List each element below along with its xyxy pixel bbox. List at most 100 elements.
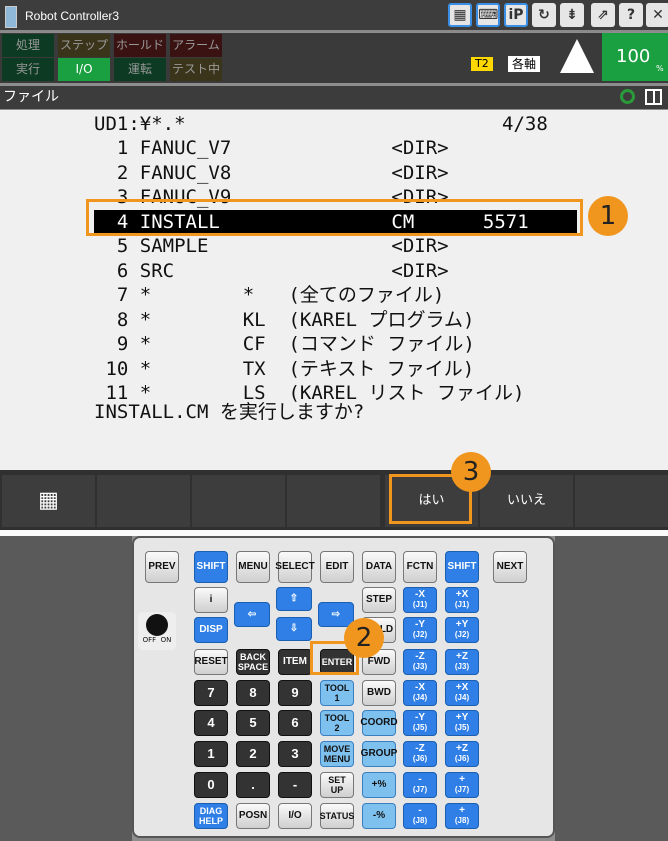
digit-key[interactable]: 2 — [236, 741, 270, 767]
file-list-row[interactable]: 6 SRC <DIR> — [94, 259, 449, 283]
jog-axis: (J2) — [454, 630, 470, 639]
window-title: Robot Controller3 — [25, 9, 120, 23]
confirm-prompt: INSTALL.CM を実行しますか? — [94, 401, 365, 423]
info-key[interactable]: i — [194, 587, 228, 613]
minus-pct-key[interactable]: -% — [362, 803, 396, 829]
f4-button[interactable] — [287, 475, 380, 527]
callout-2-badge: 2 — [344, 618, 384, 658]
digit-key[interactable]: 8 — [236, 680, 270, 706]
jog-plus-key[interactable]: + (J7) — [445, 772, 479, 798]
file-list-row[interactable]: 2 FANUC_V8 <DIR> — [94, 161, 449, 185]
coord-key[interactable]: COORD — [360, 710, 398, 736]
jog-minus-key[interactable]: - (J8) — [403, 803, 437, 829]
digit-key[interactable]: 5 — [236, 710, 270, 736]
enable-switch[interactable]: OFF ON — [138, 612, 176, 650]
jog-minus-key[interactable]: -Z (J3) — [403, 649, 437, 675]
key-shift[interactable]: SHIFT — [445, 551, 479, 583]
export-icon[interactable]: ⇗ — [591, 3, 615, 27]
group-key[interactable]: GROUP — [361, 741, 397, 767]
step-key[interactable]: STEP — [362, 587, 396, 613]
posn-key[interactable]: POSN — [236, 803, 270, 829]
no-button[interactable]: いいえ — [480, 475, 573, 527]
status-key[interactable]: STATUS — [320, 803, 354, 829]
f6-button[interactable] — [575, 475, 668, 527]
reset-key[interactable]: RESET — [194, 649, 228, 675]
callout-1-badge: 1 — [588, 196, 628, 236]
minus-comma-key[interactable]: - — [278, 772, 312, 798]
jog-plus-key[interactable]: +X (J1) — [445, 587, 479, 613]
digit-key[interactable]: . — [236, 772, 270, 798]
jog-axis: (J7) — [412, 785, 428, 794]
left-arrow-key[interactable]: ⇦ — [234, 602, 270, 627]
jog-axis: (J7) — [454, 785, 470, 794]
menu-grid-button[interactable]: ▦ — [2, 475, 95, 527]
up-arrow-key[interactable]: ⇧ — [276, 587, 312, 611]
backspace-key[interactable]: BACK SPACE — [236, 649, 270, 675]
key-next[interactable]: NEXT — [493, 551, 527, 583]
disp-key[interactable]: DISP — [194, 617, 228, 643]
jog-minus-key[interactable]: -Y (J5) — [403, 710, 437, 736]
status2-1: I/O — [58, 58, 110, 81]
file-list-row[interactable]: 8 * KL (KAREL プログラム) — [94, 308, 475, 332]
digit-key[interactable]: 4 — [194, 710, 228, 736]
jog-plus-key[interactable]: +Y (J2) — [445, 617, 479, 643]
plus-pct-key[interactable]: +% — [362, 772, 396, 798]
close-icon[interactable]: ✕ — [646, 3, 668, 27]
ip-icon[interactable]: iP — [504, 3, 528, 27]
jog-plus-key[interactable]: +Y (J5) — [445, 710, 479, 736]
digit-key[interactable]: 1 — [194, 741, 228, 767]
key-shift[interactable]: SHIFT — [194, 551, 228, 583]
f2-button[interactable] — [97, 475, 190, 527]
zoom-icon[interactable] — [620, 89, 635, 104]
key-prev[interactable]: PREV — [145, 551, 179, 583]
file-list-row[interactable]: 9 * CF (コマンド ファイル) — [94, 332, 475, 356]
digit-key[interactable]: 7 — [194, 680, 228, 706]
tool1-key[interactable]: TOOL 1 — [320, 680, 354, 706]
warning-info-icon[interactable] — [560, 39, 594, 73]
split-screen-icon[interactable] — [645, 89, 662, 105]
jog-label: +X — [455, 682, 469, 693]
jog-minus-key[interactable]: - (J7) — [403, 772, 437, 798]
move-key[interactable]: MOVE MENU — [320, 741, 354, 767]
jog-icon[interactable]: ⇟ — [560, 3, 584, 27]
digit-key[interactable]: 3 — [278, 741, 312, 767]
file-list-row[interactable]: 10 * TX (テキスト ファイル) — [94, 357, 474, 381]
file-list-screen: UD1:¥*.* 4/38 1 FANUC_V7 <DIR> 2 FANUC_V… — [0, 110, 668, 470]
key-edit[interactable]: EDIT — [320, 551, 354, 583]
key-select[interactable]: SELECT — [275, 551, 315, 583]
function-key-bar: ▦ はい いいえ — [0, 470, 668, 530]
down-arrow-key[interactable]: ⇩ — [276, 617, 312, 641]
file-list-row[interactable]: 1 FANUC_V7 <DIR> — [94, 136, 449, 160]
jog-minus-key[interactable]: -X (J4) — [403, 680, 437, 706]
help-icon[interactable]: ? — [619, 3, 643, 27]
status-panel: 処理 ステップ ホールド アラーム 実行 I/O 運転 テスト中 T2 各軸 100 % — [0, 33, 668, 83]
digit-key[interactable]: 6 — [278, 710, 312, 736]
display-icon[interactable]: ▦ — [448, 3, 472, 27]
key-data[interactable]: DATA — [362, 551, 396, 583]
file-list-row[interactable]: 7 * * (全てのファイル) — [94, 283, 444, 307]
override-box[interactable]: 100 % — [602, 33, 668, 81]
key-menu[interactable]: MENU — [236, 551, 270, 583]
jog-plus-key[interactable]: +X (J4) — [445, 680, 479, 706]
keyboard-icon[interactable]: ⌨ — [476, 3, 500, 27]
page-indicator: 4/38 — [502, 113, 548, 135]
diag-help-key[interactable]: DIAG HELP — [194, 803, 228, 829]
io-key[interactable]: I/O — [278, 803, 312, 829]
file-list-row[interactable]: 5 SAMPLE <DIR> — [94, 234, 449, 258]
jog-minus-key[interactable]: -X (J1) — [403, 587, 437, 613]
jog-plus-key[interactable]: +Z (J3) — [445, 649, 479, 675]
digit-key[interactable]: 0 — [194, 772, 228, 798]
setup-key[interactable]: SET UP — [320, 772, 354, 798]
jog-plus-key[interactable]: +Z (J6) — [445, 741, 479, 767]
f3-button[interactable] — [192, 475, 285, 527]
tool2-key[interactable]: TOOL 2 — [320, 710, 354, 736]
item-key[interactable]: ITEM — [278, 649, 312, 675]
callout-1-highlight — [86, 199, 583, 236]
refresh-icon[interactable]: ↻ — [532, 3, 556, 27]
jog-minus-key[interactable]: -Z (J6) — [403, 741, 437, 767]
digit-key[interactable]: 9 — [278, 680, 312, 706]
jog-plus-key[interactable]: + (J8) — [445, 803, 479, 829]
bwd-key[interactable]: BWD — [362, 680, 396, 706]
key-fctn[interactable]: FCTN — [403, 551, 437, 583]
jog-minus-key[interactable]: -Y (J2) — [403, 617, 437, 643]
